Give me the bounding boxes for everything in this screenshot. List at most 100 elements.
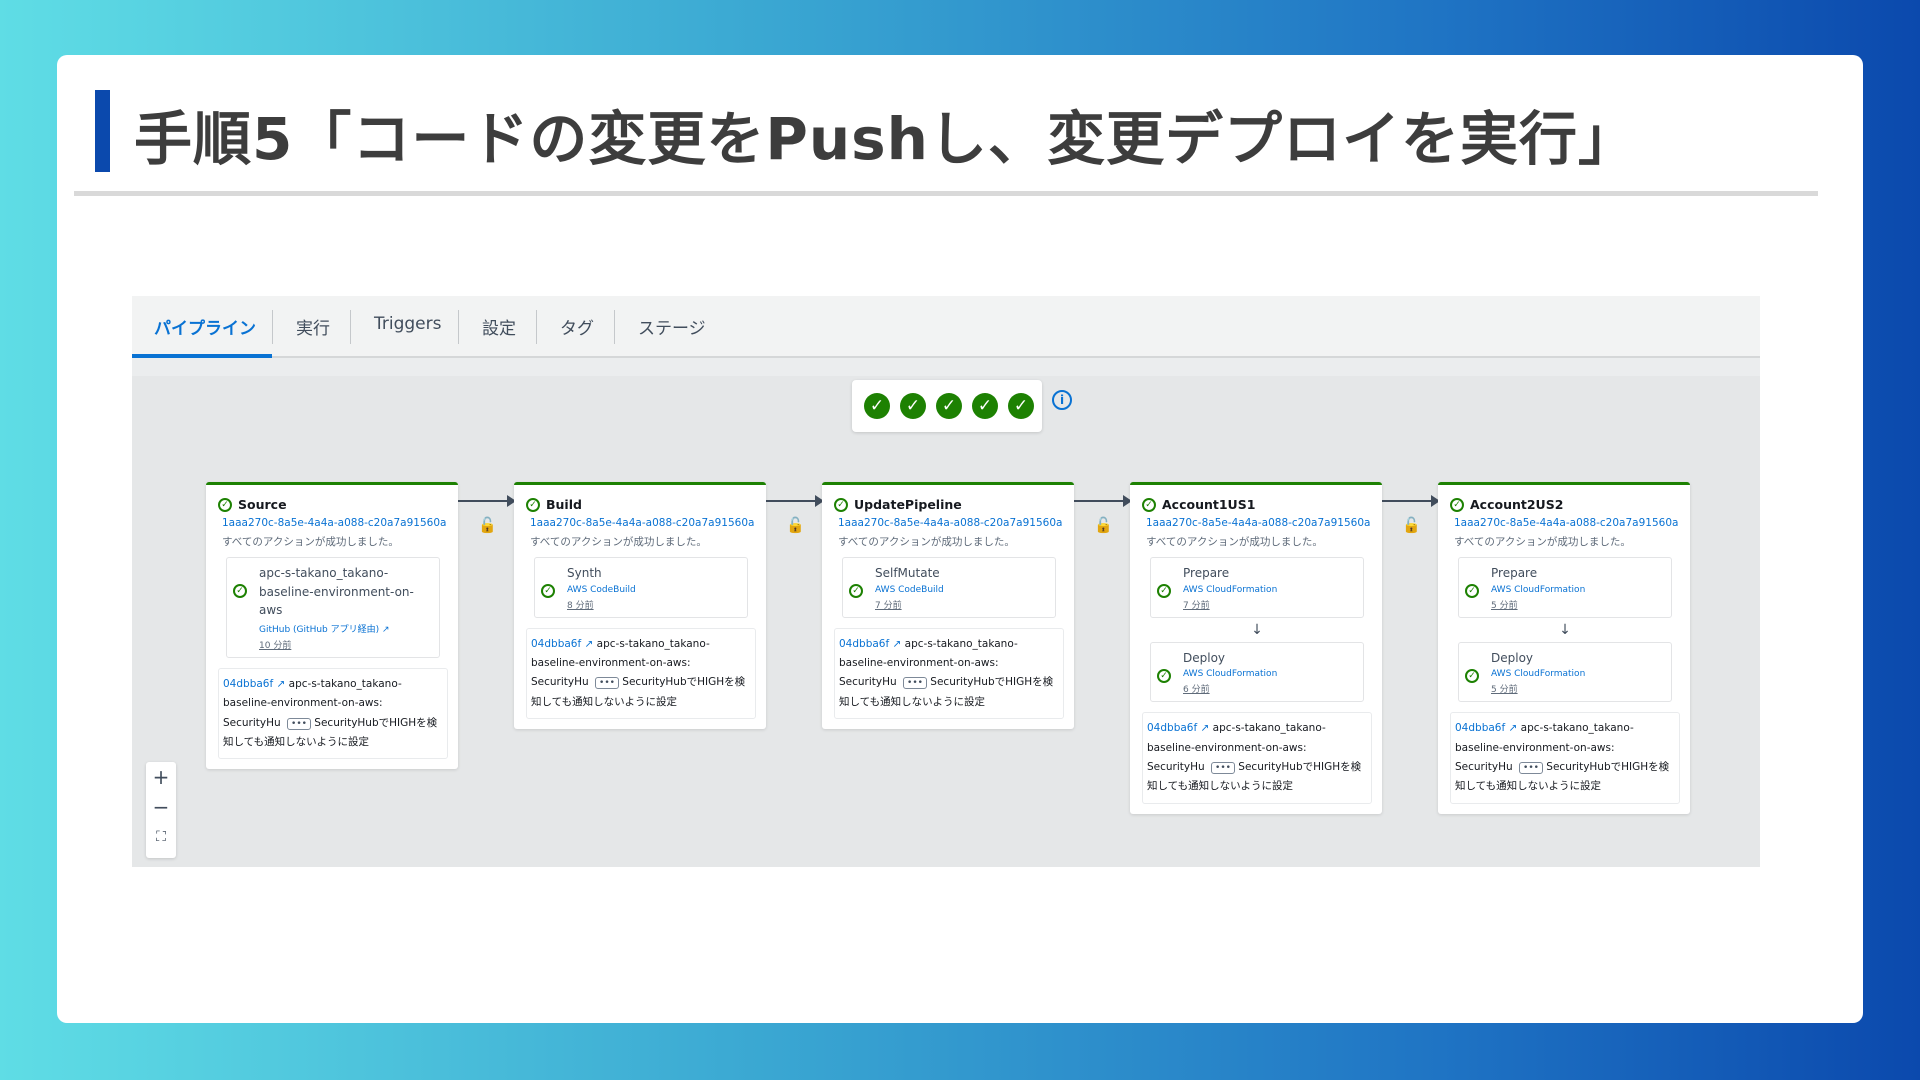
- tab-separator: [614, 310, 615, 344]
- more-button[interactable]: •••: [595, 677, 619, 690]
- success-icon: ✓: [1157, 668, 1171, 683]
- check-circle-icon: ✓: [900, 393, 926, 419]
- action-card[interactable]: ✓ SelfMutate AWS CodeBuild 7 分前: [842, 557, 1056, 618]
- success-icon: ✓: [233, 584, 247, 598]
- commit-info: 04dbba6f ↗ apc-s-takano_takano-baseline-…: [1142, 712, 1372, 804]
- pipeline-canvas[interactable]: ✓ ✓ ✓ ✓ ✓ i ✓ Source 1aaa270c-8a5e-4a4a-a…: [132, 376, 1760, 867]
- stage-name: Source: [238, 497, 287, 512]
- stage-account2us2: ✓ Account2US2 1aaa270c-8a5e-4a4a-a088-c20…: [1438, 482, 1690, 814]
- success-icon: ✓: [218, 497, 232, 512]
- action-time[interactable]: 7 分前: [1183, 598, 1355, 611]
- stage-source: ✓ Source 1aaa270c-8a5e-4a4a-a088-c20a7a91…: [206, 482, 458, 770]
- action-card[interactable]: ✓ apc-s-takano_takano-baseline-environme…: [226, 557, 440, 658]
- tab-executions[interactable]: 実行: [296, 314, 330, 339]
- more-button[interactable]: •••: [287, 717, 311, 730]
- commit-hash-link[interactable]: 04dbba6f: [1455, 722, 1505, 734]
- action-time[interactable]: 5 分前: [1491, 598, 1663, 611]
- success-icon: ✓: [1450, 497, 1464, 512]
- down-arrow-icon: ↓: [1559, 621, 1571, 638]
- unlock-icon[interactable]: 🔓: [1094, 516, 1113, 534]
- success-icon: ✓: [526, 497, 540, 512]
- unlock-icon[interactable]: 🔓: [786, 516, 805, 534]
- more-button[interactable]: •••: [903, 677, 927, 690]
- action-card[interactable]: ✓ Prepare AWS CloudFormation 5 分前: [1458, 557, 1672, 618]
- action-provider-link[interactable]: AWS CodeBuild: [875, 585, 1047, 595]
- action-provider-link[interactable]: AWS CloudFormation: [1183, 669, 1355, 679]
- external-link-icon: ↗: [276, 677, 286, 690]
- tab-pipeline[interactable]: パイプライン: [154, 314, 256, 339]
- execution-id-link[interactable]: 1aaa270c-8a5e-4a4a-a088-c20a7a91560a: [222, 517, 448, 529]
- action-name: Synth: [567, 566, 602, 580]
- tab-triggers[interactable]: Triggers: [374, 314, 442, 334]
- action-provider-link[interactable]: GitHub (GitHub アプリ経由) ↗: [259, 622, 431, 635]
- action-time[interactable]: 7 分前: [875, 598, 1047, 611]
- stage-status-summary: ✓ ✓ ✓ ✓ ✓: [852, 380, 1042, 432]
- unlock-icon[interactable]: 🔓: [478, 516, 497, 534]
- check-circle-icon: ✓: [864, 393, 890, 419]
- stage-build: ✓ Build 1aaa270c-8a5e-4a4a-a088-c20a7a915…: [514, 482, 766, 730]
- action-provider-link[interactable]: AWS CloudFormation: [1183, 585, 1355, 595]
- action-provider-link[interactable]: AWS CodeBuild: [567, 585, 739, 595]
- stage-transition-arrow: [1074, 495, 1132, 507]
- stage-name: Account2US2: [1470, 497, 1564, 512]
- info-icon[interactable]: i: [1052, 390, 1072, 410]
- title-divider: [74, 191, 1818, 196]
- action-card[interactable]: ✓ Synth AWS CodeBuild 8 分前: [534, 557, 748, 618]
- action-card[interactable]: ✓ Prepare AWS CloudFormation 7 分前: [1150, 557, 1364, 618]
- action-name: Deploy: [1183, 650, 1226, 665]
- action-time[interactable]: 10 分前: [259, 638, 431, 651]
- check-circle-icon: ✓: [1008, 393, 1034, 419]
- zoom-out-button[interactable]: −: [146, 792, 176, 822]
- codepipeline-screenshot: パイプライン 実行 Triggers 設定 タグ ステージ ✓ ✓ ✓ ✓ ✓ …: [132, 296, 1760, 867]
- action-name: SelfMutate: [875, 566, 940, 580]
- tab-settings[interactable]: 設定: [482, 314, 516, 339]
- action-card[interactable]: ✓ Deploy AWS CloudFormation 5 分前: [1458, 641, 1672, 703]
- commit-hash-link[interactable]: 04dbba6f: [1147, 722, 1197, 734]
- execution-id-link[interactable]: 1aaa270c-8a5e-4a4a-a088-c20a7a91560a: [1146, 517, 1372, 529]
- stage-account1us1: ✓ Account1US1 1aaa270c-8a5e-4a4a-a088-c20…: [1130, 482, 1382, 814]
- commit-hash-link[interactable]: 04dbba6f: [531, 638, 581, 650]
- success-icon: ✓: [834, 497, 848, 512]
- zoom-in-button[interactable]: +: [146, 762, 176, 792]
- success-icon: ✓: [541, 584, 555, 598]
- tab-separator: [272, 310, 273, 344]
- more-button[interactable]: •••: [1519, 762, 1543, 775]
- commit-hash-link[interactable]: 04dbba6f: [223, 678, 273, 690]
- external-link-icon: ↗: [584, 637, 594, 650]
- stage-status-message: すべてのアクションが成功しました。: [222, 536, 399, 548]
- action-name: Deploy: [1491, 650, 1534, 665]
- action-provider-link[interactable]: AWS CloudFormation: [1491, 669, 1663, 679]
- action-time[interactable]: 8 分前: [567, 598, 739, 611]
- commit-info: 04dbba6f ↗ apc-s-takano_takano-baseline-…: [526, 627, 756, 720]
- tab-bar: パイプライン 実行 Triggers 設定 タグ ステージ: [132, 296, 1760, 358]
- check-circle-icon: ✓: [936, 393, 962, 419]
- slide-title: 手順5「コードの変更をPushし、変更デプロイを実行」: [134, 105, 1637, 173]
- stage-name: Build: [546, 497, 582, 512]
- tab-stages[interactable]: ステージ: [638, 314, 706, 339]
- stage-name: UpdatePipeline: [854, 497, 962, 512]
- title-accent-bar: [95, 90, 110, 172]
- stage-status-message: すべてのアクションが成功しました。: [1454, 536, 1631, 548]
- zoom-controls: + − ⛶: [146, 762, 176, 858]
- commit-hash-link[interactable]: 04dbba6f: [839, 638, 889, 650]
- stage-status-message: すべてのアクションが成功しました。: [838, 536, 1015, 548]
- more-button[interactable]: •••: [1211, 762, 1235, 775]
- tab-separator: [350, 310, 351, 344]
- action-time[interactable]: 6 分前: [1183, 682, 1355, 695]
- success-icon: ✓: [1142, 497, 1156, 512]
- execution-id-link[interactable]: 1aaa270c-8a5e-4a4a-a088-c20a7a91560a: [530, 517, 756, 529]
- execution-id-link[interactable]: 1aaa270c-8a5e-4a4a-a088-c20a7a91560a: [1454, 517, 1680, 529]
- stage-transition-arrow: [458, 495, 516, 507]
- success-icon: ✓: [1465, 584, 1479, 598]
- stage-transition-arrow: [766, 495, 824, 507]
- tab-tags[interactable]: タグ: [560, 314, 594, 339]
- commit-info: 04dbba6f ↗ apc-s-takano_takano-baseline-…: [1450, 712, 1680, 804]
- action-provider-link[interactable]: AWS CloudFormation: [1491, 585, 1663, 595]
- unlock-icon[interactable]: 🔓: [1402, 516, 1421, 534]
- down-arrow-icon: ↓: [1251, 621, 1263, 638]
- action-time[interactable]: 5 分前: [1491, 682, 1663, 695]
- execution-id-link[interactable]: 1aaa270c-8a5e-4a4a-a088-c20a7a91560a: [838, 517, 1064, 529]
- action-card[interactable]: ✓ Deploy AWS CloudFormation 6 分前: [1150, 641, 1364, 703]
- stage-status-message: すべてのアクションが成功しました。: [1146, 536, 1323, 548]
- fit-view-button[interactable]: ⛶: [146, 822, 176, 852]
